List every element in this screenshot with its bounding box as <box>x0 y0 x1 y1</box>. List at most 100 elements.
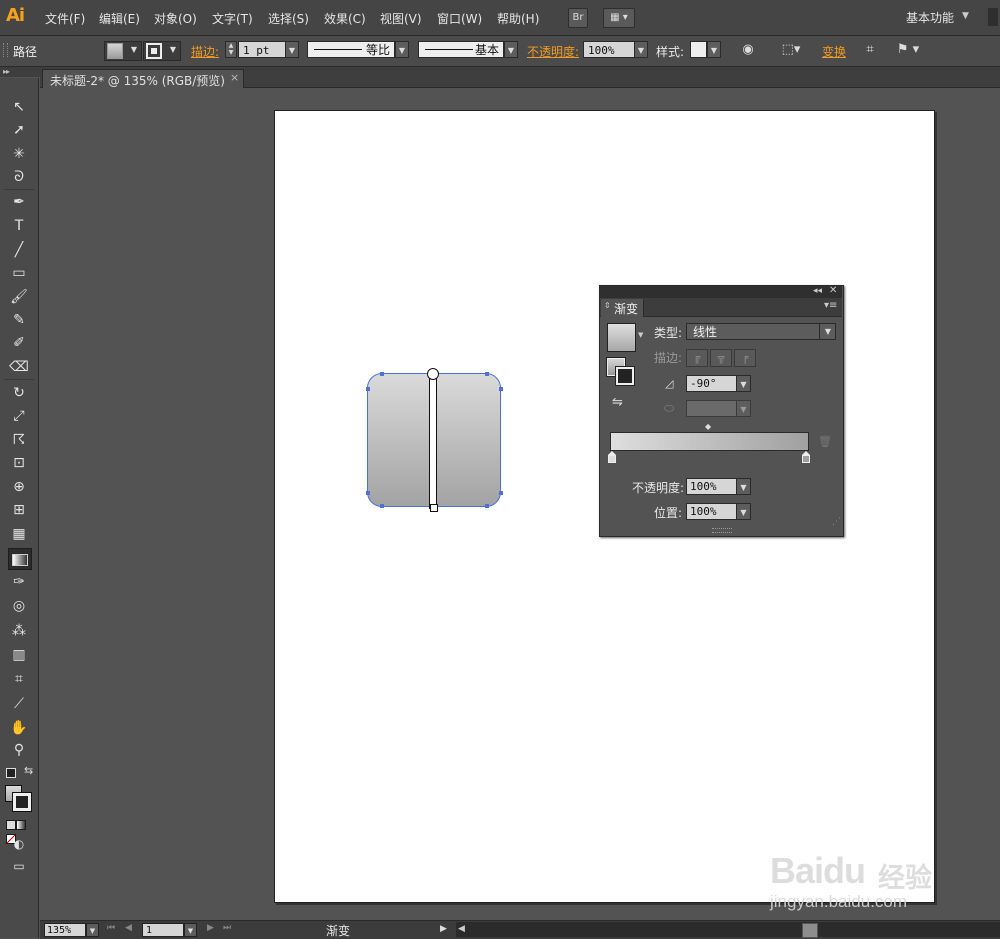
gradient-icon[interactable] <box>8 548 32 570</box>
scale-icon[interactable]: ⤢ <box>8 406 30 426</box>
scrollbar-thumb[interactable] <box>802 923 818 938</box>
lasso-icon[interactable]: ᘐ <box>8 167 30 187</box>
scroll-left-icon[interactable]: ◀ <box>458 924 465 934</box>
delete-stop-icon[interactable]: 🗑 <box>818 435 832 448</box>
close-icon[interactable]: ✕ <box>829 285 837 296</box>
stop-location-input[interactable]: 100% <box>686 503 737 520</box>
panel-menu-icon[interactable]: ▾≡ <box>824 300 837 311</box>
variable-width-profile[interactable]: 等比 <box>307 41 395 58</box>
recolor-artwork-icon[interactable]: ◉ <box>740 41 756 58</box>
align-options-icon[interactable]: ⬚▾ <box>778 41 804 58</box>
previous-artboard-icon[interactable]: ◀ <box>125 923 132 933</box>
eyedropper-icon[interactable]: ✑ <box>8 572 30 592</box>
next-artboard-icon[interactable]: ▶ <box>207 923 214 933</box>
gradient-preview-swatch[interactable] <box>607 323 636 352</box>
symbol-sprayer-icon[interactable]: ⁂ <box>8 621 30 641</box>
gradient-type-select[interactable]: 线性 <box>686 323 836 340</box>
artboard-dropdown[interactable]: ▼ <box>184 923 197 937</box>
last-artboard-icon[interactable]: ⏭ <box>223 923 231 933</box>
bridge-button[interactable]: Br <box>568 8 588 28</box>
control-panel-menu-icon[interactable]: ⚑ ▾ <box>892 41 924 58</box>
eraser-icon[interactable]: ⌫ <box>8 357 30 377</box>
anchor-point[interactable] <box>366 387 370 391</box>
stop-opacity-input[interactable]: 100% <box>686 478 737 495</box>
stroke-swatch-button[interactable]: ▼ <box>143 41 181 61</box>
blend-icon[interactable]: ◎ <box>8 596 30 616</box>
angle-dropdown[interactable]: ▼ <box>736 375 751 392</box>
panel-corner-resize-icon[interactable]: ⋰ <box>832 517 841 527</box>
stroke-weight-input[interactable]: 1 pt <box>238 41 286 58</box>
collapse-panel-icon[interactable]: ◂◂ <box>813 286 822 296</box>
paintbrush-icon[interactable]: 🖌 <box>8 287 30 307</box>
arrange-documents-button[interactable]: ▦ ▾ <box>603 8 635 28</box>
slice-icon[interactable]: ⟋ <box>8 694 30 714</box>
zoom-icon[interactable]: ⚲ <box>8 740 30 760</box>
screen-mode-icon[interactable]: ▭ <box>8 856 30 876</box>
direct-selection-icon[interactable]: ➚ <box>8 120 30 140</box>
pencil-icon[interactable]: ✎ <box>8 310 30 330</box>
shape-builder-icon[interactable]: ⊕ <box>8 477 30 497</box>
brush-definition[interactable]: 基本 <box>418 41 504 58</box>
anchor-point[interactable] <box>380 504 384 508</box>
stop-opacity-dropdown[interactable]: ▼ <box>736 478 751 495</box>
anchor-point[interactable] <box>485 504 489 508</box>
gradient-origin-handle[interactable] <box>427 368 439 380</box>
menu-object[interactable]: 对象(O) <box>154 10 197 27</box>
line-icon[interactable]: ╱ <box>8 240 30 260</box>
status-menu-icon[interactable]: ▶ <box>440 924 447 934</box>
color-mode-buttons[interactable] <box>6 819 32 844</box>
close-icon[interactable]: × <box>230 71 239 84</box>
anchor-point[interactable] <box>499 387 503 391</box>
workspace-dropdown-icon[interactable]: ▼ <box>962 11 969 21</box>
column-graph-icon[interactable]: ▥ <box>8 645 30 665</box>
anchor-point[interactable] <box>485 372 489 376</box>
menu-select[interactable]: 选择(S) <box>268 10 309 27</box>
graphic-style-swatch[interactable] <box>690 41 707 58</box>
mesh-icon[interactable]: ▦ <box>8 524 30 544</box>
stroke-gradient-across-icon[interactable]: ╒ <box>734 349 756 367</box>
warp-icon[interactable]: ☈ <box>8 430 30 450</box>
workspace-switcher[interactable]: 基本功能 <box>906 9 954 26</box>
panel-options-toggle-icon[interactable]: ⇕ <box>604 301 611 310</box>
anchor-point[interactable] <box>366 491 370 495</box>
chevron-down-icon[interactable]: ▼ <box>819 324 836 339</box>
menu-view[interactable]: 视图(V) <box>380 10 422 27</box>
menu-help[interactable]: 帮助(H) <box>497 10 539 27</box>
zoom-dropdown[interactable]: ▼ <box>86 923 99 937</box>
swap-fill-stroke-icon[interactable]: ⇆ <box>24 764 33 777</box>
menu-effect[interactable]: 效果(C) <box>324 10 366 27</box>
stroke-gradient-along-icon[interactable]: ╦ <box>710 349 732 367</box>
perspective-grid-icon[interactable]: ⊞ <box>8 500 30 520</box>
chevron-down-icon[interactable]: ▼ <box>638 331 643 339</box>
gradient-midpoint-icon[interactable]: ◆ <box>705 422 711 431</box>
gradient-stop-end[interactable] <box>802 451 810 463</box>
transform-panel-link[interactable]: 变换 <box>822 43 846 60</box>
stroke-panel-link[interactable]: 描边: <box>191 43 219 60</box>
color-mode-icon[interactable] <box>6 820 16 830</box>
brush-dropdown[interactable]: ▼ <box>504 41 518 58</box>
artboard-icon[interactable]: ⌗ <box>8 669 30 689</box>
gradient-mode-icon[interactable] <box>16 820 26 830</box>
graphic-style-dropdown[interactable]: ▼ <box>707 41 721 58</box>
gradient-annotator-bar[interactable] <box>429 375 437 509</box>
gradient-stop-start[interactable] <box>608 451 616 463</box>
first-artboard-icon[interactable]: ⏮ <box>107 923 115 933</box>
control-bar-grip[interactable] <box>3 43 8 57</box>
free-transform-icon[interactable]: ⊡ <box>8 453 30 473</box>
fill-swatch-button[interactable]: ▼ <box>104 41 142 61</box>
selection-tool-icon[interactable]: ↖ <box>8 97 30 117</box>
horizontal-scrollbar[interactable] <box>456 922 1000 937</box>
opacity-dropdown[interactable]: ▼ <box>634 41 648 58</box>
panel-resize-grip[interactable] <box>712 528 732 533</box>
anchor-point[interactable] <box>499 491 503 495</box>
profile-dropdown[interactable]: ▼ <box>395 41 409 58</box>
opacity-input[interactable]: 100% <box>583 41 635 58</box>
aspect-ratio-dropdown[interactable]: ▼ <box>736 400 751 417</box>
artboard-number-input[interactable]: 1 <box>142 923 184 937</box>
menu-file[interactable]: 文件(F) <box>45 10 85 27</box>
stroke-weight-stepper[interactable]: ▲ ▼ <box>225 41 237 58</box>
default-fill-stroke-icon[interactable] <box>6 768 16 778</box>
rectangle-icon[interactable]: ▭ <box>8 263 30 283</box>
menu-edit[interactable]: 编辑(E) <box>99 10 140 27</box>
drawing-mode-icon[interactable]: ◐ <box>8 834 30 854</box>
